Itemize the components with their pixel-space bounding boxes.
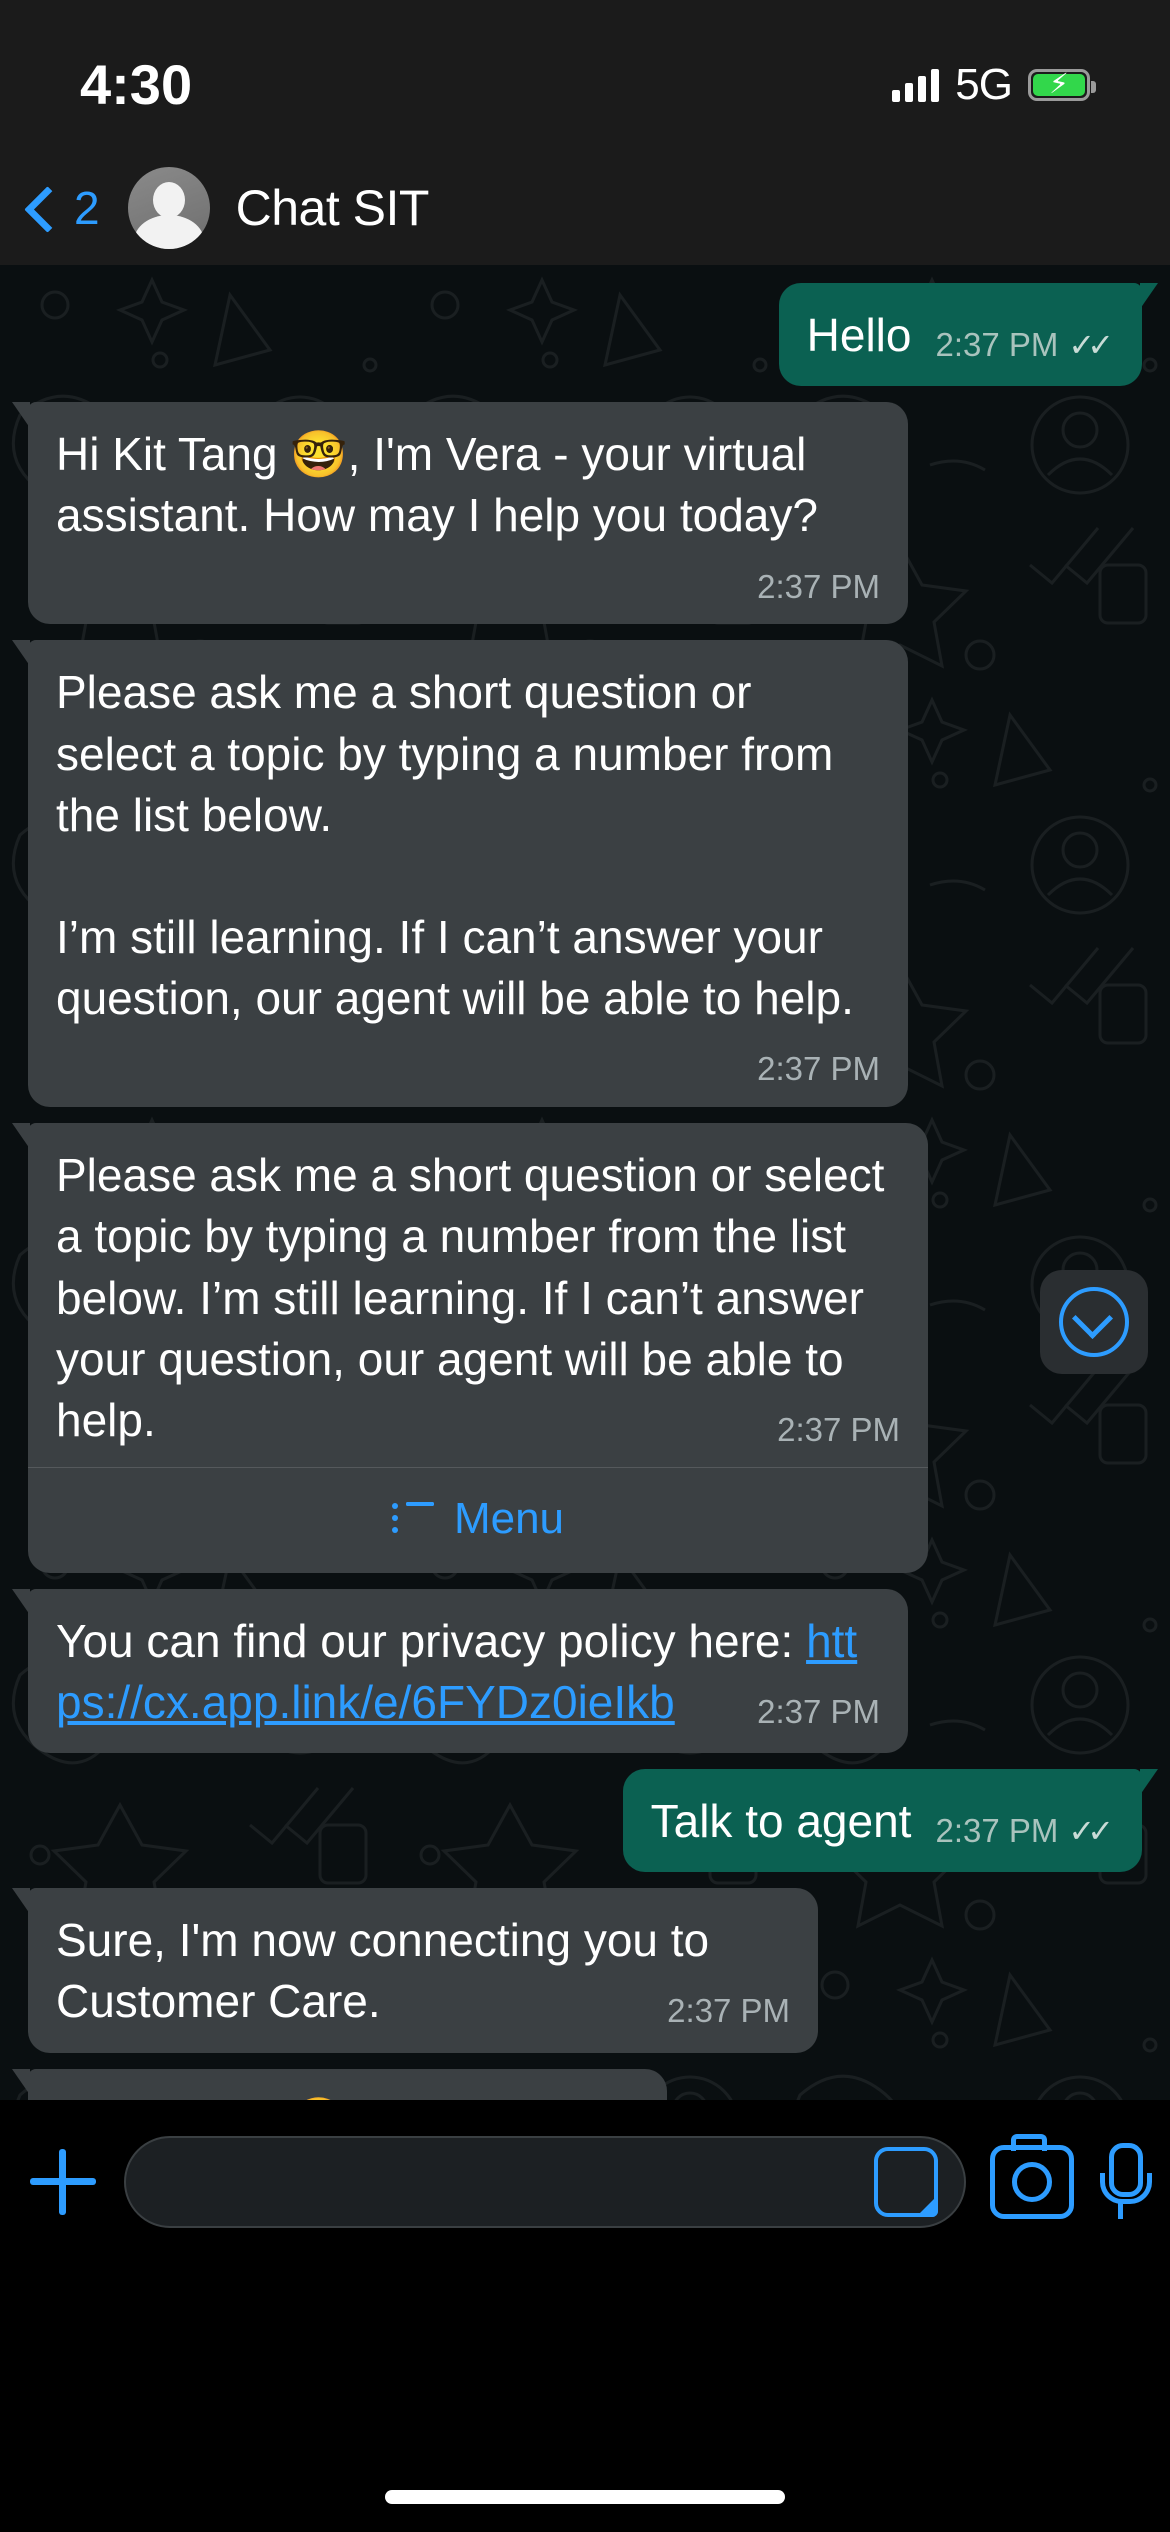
chat-title[interactable]: Chat SIT [236,179,430,237]
message-bubble-outgoing[interactable]: Hello 2:37 PM ✓✓ [778,283,1159,387]
phone-screen: 4:30 5G ⚡ 2 Chat SIT Hello 2:37 PM ✓✓ Hi… [0,0,1170,2532]
menu-action-button[interactable]: Menu [28,1467,928,1573]
menu-action-label: Menu [453,1494,565,1544]
message-row: Talk to agent 2:37 PM ✓✓ [0,1769,1170,1873]
message-meta: 2:37 PM [667,1989,790,2033]
chat-navigation-bar: 2 Chat SIT [0,150,1170,265]
message-row: You can find our privacy policy here: ht… [0,1588,1170,1754]
message-text: Hello [806,309,912,361]
contact-avatar-icon[interactable] [127,166,210,249]
message-meta: 2:37 PM [757,1690,880,1734]
sticker-icon[interactable] [874,2147,938,2217]
plus-icon[interactable] [26,2145,100,2219]
message-bubble-incoming[interactable]: Please ask me a short question or select… [12,640,908,1108]
message-meta: 2:37 PM [777,1408,900,1452]
status-bar-time: 4:30 [80,52,193,116]
message-time: 2:37 PM [667,1992,790,2030]
message-input-field[interactable] [124,2136,966,2228]
message-bubble-incoming[interactable]: Hi Kit Tang 🤓, I'm Vera - your virtual a… [12,402,908,625]
message-bubble-incoming[interactable]: Hi Kit Tang 🤓, thank you for [11,2068,668,2100]
message-meta: 2:37 PM ✓✓ [935,323,1114,367]
message-row: Hi Kit Tang 🤓, I'm Vera - your virtual a… [0,402,1170,625]
message-row: Please ask me a short question or select… [0,640,1170,1108]
message-text: Please ask me a short question or select… [56,1149,898,1446]
message-row: Sure, I'm now connecting you to Customer… [0,1888,1170,2053]
back-unread-count: 2 [74,181,100,234]
camera-icon[interactable] [990,2134,1074,2219]
message-text: Please ask me a short question or select… [56,666,854,1025]
chevron-down-circle-icon [1059,1287,1129,1357]
message-bubble-incoming[interactable]: You can find our privacy policy here: ht… [12,1588,908,1754]
message-time: 2:37 PM [935,326,1059,363]
message-time: 2:37 PM [757,567,880,605]
message-meta: 2:37 PM [757,565,880,609]
message-time: 2:37 PM [935,1812,1059,1850]
message-bubble-incoming[interactable]: Please ask me a short question or select… [12,1123,928,1573]
message-time: 2:37 PM [757,1692,880,1730]
status-bar: 4:30 5G ⚡ [0,0,1170,150]
message-time: 2:37 PM [777,1410,900,1448]
read-receipt-icon: ✓✓ [1068,1812,1114,1849]
message-meta: 2:37 PM [757,1047,880,1091]
chat-message-area[interactable]: Hello 2:37 PM ✓✓ Hi Kit Tang 🤓, I'm Vera… [0,265,1170,2100]
message-text: Hi Kit Tang 🤓, I'm Vera - your virtual a… [56,428,820,542]
message-text: You can find our privacy policy here: [56,1614,807,1667]
message-row: Hi Kit Tang 🤓, thank you for [0,2068,1170,2100]
message-time: 2:37 PM [757,1050,880,1088]
read-receipt-icon: ✓✓ [1068,326,1114,363]
message-text: Talk to agent [650,1795,912,1848]
message-row: Hello 2:37 PM ✓✓ [0,283,1170,387]
status-bar-indicators: 5G ⚡ [892,60,1096,110]
message-bubble-outgoing[interactable]: Talk to agent 2:37 PM ✓✓ [622,1769,1159,1873]
microphone-icon[interactable] [1098,2143,1152,2221]
list-menu-icon [391,1502,434,1536]
network-type-label: 5G [955,60,1013,109]
battery-charging-icon: ⚡ [1028,69,1096,101]
home-indicator [385,2490,785,2504]
back-button[interactable]: 2 [22,181,100,235]
message-meta: 2:37 PM ✓✓ [935,1809,1114,1853]
chevron-left-icon [22,191,56,225]
message-text: Sure, I'm now connecting you to Customer… [56,1914,722,2028]
signal-bars-icon [892,68,940,102]
message-row: Please ask me a short question or select… [0,1123,1170,1573]
scroll-to-bottom-button[interactable] [1040,1270,1148,1374]
message-composer-bar [0,2100,1170,2532]
message-bubble-incoming[interactable]: Sure, I'm now connecting you to Customer… [12,1888,818,2053]
message-list: Hello 2:37 PM ✓✓ Hi Kit Tang 🤓, I'm Vera… [0,265,1170,2100]
